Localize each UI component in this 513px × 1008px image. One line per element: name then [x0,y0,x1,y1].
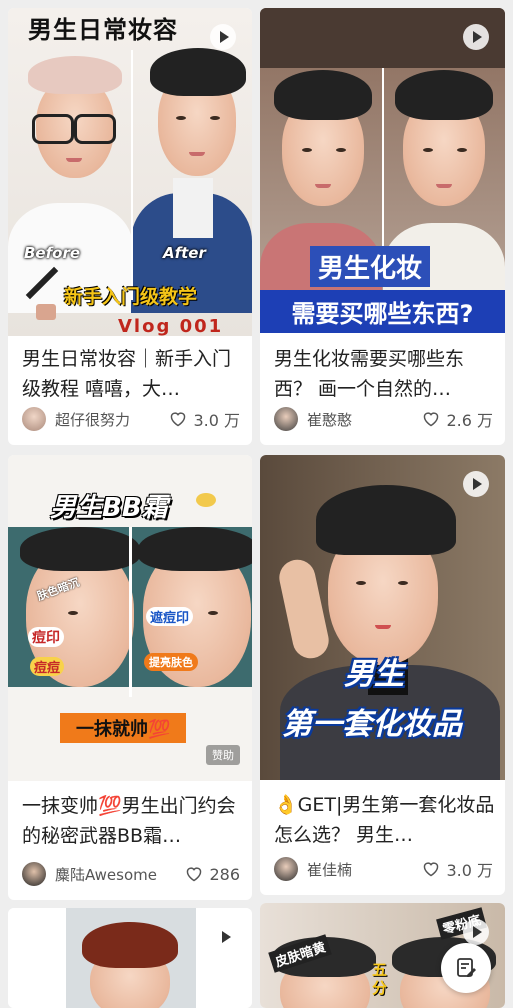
after-label: After [163,244,206,262]
video-thumbnail[interactable] [8,908,252,1008]
thumbnail-banner-1: 男生化妆 [310,246,431,287]
author-avatar[interactable] [22,862,46,886]
play-icon [463,471,489,497]
vlog-label: Vlog 001 [118,316,224,336]
like-count: 3.0 万 [193,411,240,430]
feed-card-1[interactable]: 男生日常妆容 Before After 新手入门级教学 Vlog 001 男生日… [8,8,252,445]
feed-card-5[interactable] [8,908,252,1008]
video-thumbnail[interactable]: 男生 第一套化妆品 [260,455,505,780]
thumbnail-banner: 一抹就帅💯 [60,713,187,743]
play-icon [210,24,236,50]
card-title[interactable]: 男生日常妆容｜新手入门级教程 嘻嘻，大… [22,344,242,404]
card-title[interactable]: 男生化妆需要买哪些东西？ 画一个自然的… [274,344,495,404]
author-name[interactable]: 崔佳楠 [307,859,422,880]
like-button[interactable]: 3.0 万 [422,857,493,881]
like-count: 3.0 万 [446,861,493,880]
play-icon [212,924,238,950]
heart-outline-icon [424,412,439,427]
like-button[interactable]: 286 [185,865,240,884]
video-thumbnail[interactable]: 男生化妆 需要买哪些东西? [260,8,505,333]
heart-outline-icon [187,867,202,882]
before-label: Before [24,244,81,262]
feed-card-4[interactable]: 男生 第一套化妆品 👌GET|男生第一套化妆品怎么选？ 男生… 崔佳楠 3.0 … [260,455,505,895]
play-icon [463,24,489,50]
like-button[interactable]: 2.6 万 [422,407,493,431]
like-button[interactable]: 3.0 万 [169,407,240,431]
thumbnail-banner-1: 男生 [344,657,404,692]
left-label-2: 痘印 [28,627,64,647]
feed-card-3[interactable]: 男生BB霜 肤色暗沉 痘印 痘痘 遮痘印 提亮肤色 一抹就帅💯 赞助 一抹变帅💯… [8,455,252,900]
like-count: 286 [209,864,240,884]
author-avatar[interactable] [22,407,46,431]
heart-outline-icon [171,412,186,427]
card-title[interactable]: 一抹变帅💯男生出门约会的秘密武器BB霜… [22,791,242,851]
video-thumbnail[interactable]: 男生日常妆容 Before After 新手入门级教学 Vlog 001 [8,8,252,336]
author-name[interactable]: 崔憨憨 [307,409,422,430]
palette-icon [36,304,56,320]
author-avatar[interactable] [274,407,298,431]
thumbnail-banner: 新手入门级教学 [64,286,198,308]
edit-note-icon [457,958,476,977]
thumbnail-top-text: 男生BB霜 [50,493,168,523]
right-label-1: 遮痘印 [146,607,194,626]
right-label-2: 提亮肤色 [144,653,198,671]
thumbnail-banner-2: 需要买哪些东西? [260,290,505,333]
thumbnail-tag-2: 五分 [372,961,388,997]
hand-shape [275,556,333,662]
author-name[interactable]: 超仔很努力 [55,409,169,430]
video-thumbnail[interactable]: 男生BB霜 肤色暗沉 痘印 痘痘 遮痘印 提亮肤色 一抹就帅💯 赞助 [8,455,252,781]
thumbnail-banner-2: 第一套化妆品 [282,707,462,742]
left-label-3: 痘痘 [30,657,65,676]
like-count: 2.6 万 [446,411,493,430]
sponsored-badge: 赞助 [206,745,240,765]
thumbnail-top-text: 男生日常妆容 [28,16,178,44]
compose-button[interactable] [441,943,491,993]
card-title[interactable]: 👌GET|男生第一套化妆品怎么选？ 男生… [274,790,495,850]
feed-card-2[interactable]: 男生化妆 需要买哪些东西? 男生化妆需要买哪些东西？ 画一个自然的… 崔憨憨 2… [260,8,505,445]
author-name[interactable]: 麋陆Awesome [55,864,185,885]
heart-outline-icon [424,862,439,877]
author-avatar[interactable] [274,857,298,881]
play-icon [463,919,489,945]
